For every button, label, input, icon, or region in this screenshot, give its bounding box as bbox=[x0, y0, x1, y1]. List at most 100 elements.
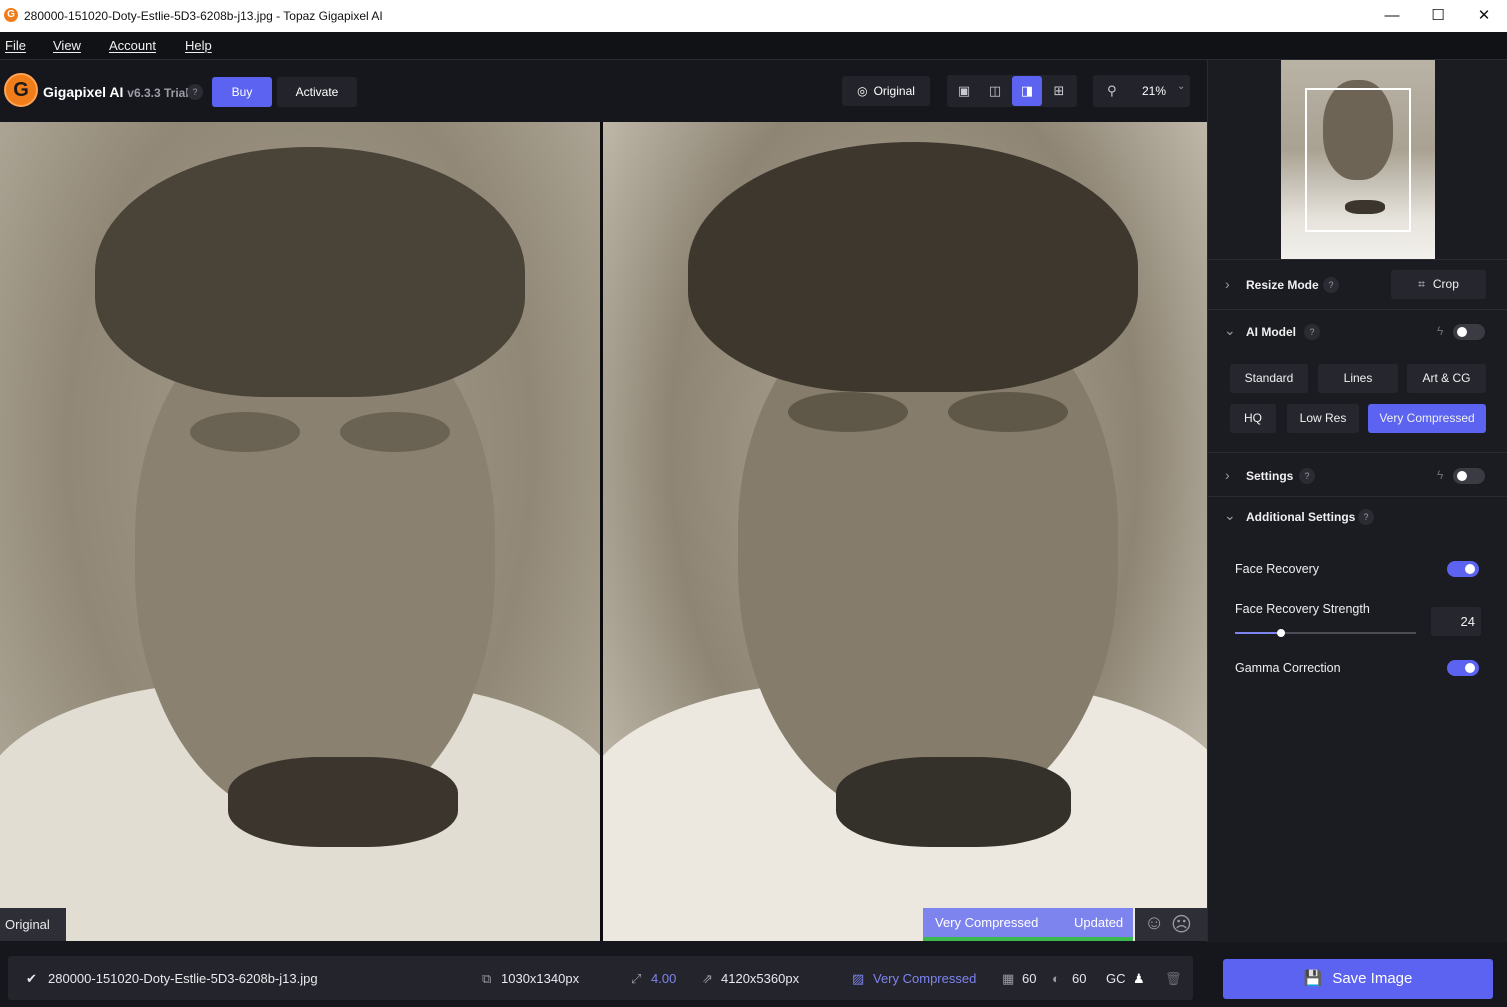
processed-preview[interactable] bbox=[603, 122, 1207, 941]
model-hq-button[interactable]: HQ bbox=[1230, 404, 1276, 433]
split-view-icon[interactable]: ◫ bbox=[980, 76, 1010, 106]
model-lines-button[interactable]: Lines bbox=[1318, 364, 1398, 393]
ai-model-title[interactable]: AI Model bbox=[1246, 325, 1296, 339]
viewport-frame[interactable] bbox=[1305, 88, 1411, 232]
chevron-right-icon[interactable]: › bbox=[1225, 276, 1230, 292]
model-status-badge: Very Compressed Updated bbox=[923, 908, 1133, 941]
sharpen-icon: ◐ bbox=[1052, 971, 1060, 986]
face-recovery-strength-slider-handle[interactable] bbox=[1277, 629, 1285, 637]
hair bbox=[95, 147, 525, 397]
bow-tie bbox=[836, 757, 1071, 847]
right-eye bbox=[340, 412, 450, 452]
feedback-group: ☺ ☹ bbox=[1135, 908, 1207, 941]
side-by-side-view-icon[interactable]: ◨ bbox=[1012, 76, 1042, 106]
save-image-button[interactable]: 💾 Save Image bbox=[1223, 959, 1493, 999]
original-label: Original bbox=[873, 84, 915, 98]
original-preview[interactable] bbox=[0, 122, 600, 941]
divider bbox=[1208, 259, 1507, 260]
auto-bolt-icon: ϟ bbox=[1437, 324, 1444, 338]
crop-icon: ⌗ bbox=[1418, 277, 1425, 291]
toolbar: G Gigapixel AI v6.3.3 Trial ? Buy Activa… bbox=[0, 60, 1207, 122]
face-recovery-strength-label: Face Recovery Strength bbox=[1235, 602, 1370, 616]
app-version: v6.3.3 Trial bbox=[127, 86, 189, 100]
close-button[interactable]: ✕ bbox=[1461, 0, 1507, 32]
left-eye bbox=[190, 412, 300, 452]
grid-view-icon[interactable]: ⊞ bbox=[1044, 76, 1074, 106]
hair bbox=[688, 142, 1138, 392]
buy-button[interactable]: Buy bbox=[212, 77, 272, 107]
help-icon[interactable]: ? bbox=[1304, 324, 1320, 340]
model-standard-button[interactable]: Standard bbox=[1230, 364, 1308, 393]
trash-icon[interactable]: 🗑 bbox=[1165, 971, 1182, 987]
model-name-bottom[interactable]: Very Compressed bbox=[873, 971, 976, 986]
additional-settings-title[interactable]: Additional Settings bbox=[1246, 510, 1355, 524]
face-recovery-toggle[interactable] bbox=[1447, 561, 1479, 577]
face-recovery-strength-input[interactable]: 24 bbox=[1431, 607, 1481, 636]
settings-title[interactable]: Settings bbox=[1246, 469, 1293, 483]
app-brand: Gigapixel AI v6.3.3 Trial bbox=[43, 84, 189, 100]
input-size-icon: ⧉ bbox=[482, 971, 492, 986]
ai-model-auto-toggle[interactable] bbox=[1453, 324, 1485, 340]
crop-button[interactable]: ⌗ Crop bbox=[1391, 270, 1486, 299]
smile-icon[interactable]: ☺ bbox=[1144, 912, 1164, 935]
model-very-compressed-button[interactable]: Very Compressed bbox=[1368, 404, 1486, 433]
denoise-icon: ▦ bbox=[1002, 971, 1015, 986]
chevron-down-icon: ⌄ bbox=[1177, 81, 1186, 92]
chevron-down-icon[interactable]: ⌄ bbox=[1224, 322, 1236, 339]
divider bbox=[1208, 496, 1507, 497]
app-icon: G bbox=[4, 8, 18, 22]
zoom-value: 21% bbox=[1142, 84, 1167, 98]
eye-off-icon: ◎ bbox=[857, 84, 868, 98]
view-mode-group: ▣ ◫ ◨ ⊞ bbox=[947, 75, 1077, 107]
update-status: Updated bbox=[1074, 915, 1124, 930]
resize-mode-title[interactable]: Resize Mode bbox=[1246, 278, 1319, 292]
model-name: Very Compressed bbox=[935, 915, 1039, 930]
title-bar: G 280000-151020-Doty-Estlie-5D3-6208b-j1… bbox=[0, 0, 1507, 32]
model-art-cg-button[interactable]: Art & CG bbox=[1407, 364, 1486, 393]
settings-auto-toggle[interactable] bbox=[1453, 468, 1485, 484]
help-icon[interactable]: ? bbox=[187, 84, 203, 100]
face-recovery-strength-slider-fill bbox=[1235, 632, 1281, 634]
single-view-icon[interactable]: ▣ bbox=[949, 76, 979, 106]
help-icon[interactable]: ? bbox=[1323, 277, 1339, 293]
chevron-right-icon[interactable]: › bbox=[1225, 467, 1230, 483]
input-size: 1030x1340px bbox=[501, 971, 580, 986]
auto-bolt-icon: ϟ bbox=[1437, 468, 1444, 482]
sharpen-value[interactable]: 60 bbox=[1072, 971, 1086, 986]
output-size: 4120x5360px bbox=[721, 971, 800, 986]
menu-view[interactable]: View bbox=[53, 38, 81, 53]
divider bbox=[1208, 309, 1507, 310]
minimize-button[interactable]: — bbox=[1369, 0, 1415, 32]
original-toggle-button[interactable]: ◎ Original bbox=[842, 76, 930, 106]
divider bbox=[1208, 452, 1507, 453]
zoom-icon: ⚲ bbox=[1107, 83, 1117, 98]
scale-icon: ⤢ bbox=[631, 971, 642, 986]
save-icon: 💾 bbox=[1303, 970, 1323, 987]
help-icon[interactable]: ? bbox=[1299, 468, 1315, 484]
neutral-face-icon[interactable]: ☹ bbox=[1171, 912, 1192, 937]
crop-label: Crop bbox=[1432, 277, 1459, 291]
activate-button[interactable]: Activate bbox=[277, 77, 357, 107]
original-label-badge: Original bbox=[0, 908, 66, 941]
app-name: Gigapixel AI bbox=[43, 84, 124, 100]
menu-bar: File View Account Help bbox=[0, 32, 1507, 60]
model-low-res-button[interactable]: Low Res bbox=[1287, 404, 1359, 433]
checkmark-icon[interactable]: ✔ bbox=[26, 971, 37, 987]
gamma-correction-label: Gamma Correction bbox=[1235, 661, 1341, 675]
denoise-value[interactable]: 60 bbox=[1022, 971, 1036, 986]
help-icon[interactable]: ? bbox=[1358, 509, 1374, 525]
gamma-correction-toggle[interactable] bbox=[1447, 660, 1479, 676]
zoom-control[interactable]: ⚲ 21% ⌄ bbox=[1093, 75, 1190, 107]
chevron-down-icon[interactable]: ⌄ bbox=[1224, 507, 1236, 524]
right-eye bbox=[948, 392, 1068, 432]
scale-value[interactable]: 4.00 bbox=[651, 971, 676, 986]
save-image-label: Save Image bbox=[1332, 970, 1413, 987]
file-name: 280000-151020-Doty-Estlie-5D3-6208b-j13.… bbox=[48, 971, 318, 986]
navigator-thumbnail[interactable] bbox=[1281, 60, 1435, 259]
menu-help[interactable]: Help bbox=[185, 38, 212, 53]
maximize-button[interactable]: ☐ bbox=[1415, 0, 1461, 32]
left-eye bbox=[788, 392, 908, 432]
menu-account[interactable]: Account bbox=[109, 38, 156, 53]
bow-tie bbox=[228, 757, 458, 847]
menu-file[interactable]: File bbox=[5, 38, 26, 53]
